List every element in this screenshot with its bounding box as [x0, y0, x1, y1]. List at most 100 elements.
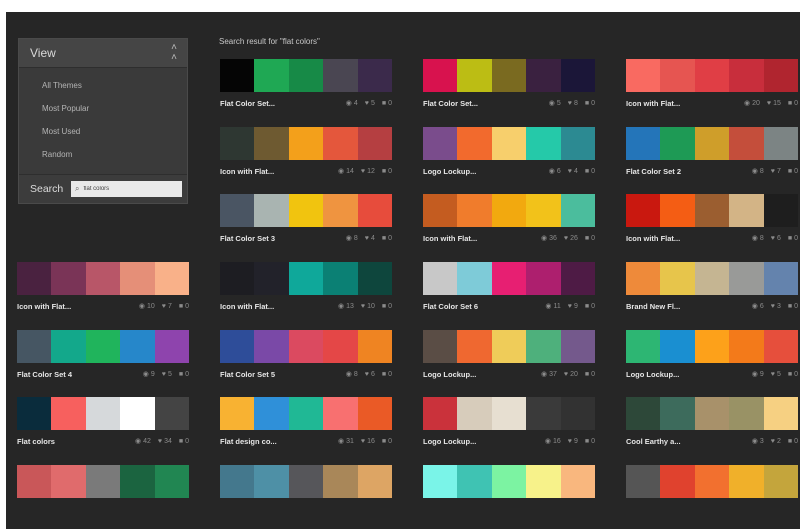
comments-count: 0: [185, 437, 189, 445]
theme-card[interactable]: Icon with Flat... ◉ 14 ♥ 12 ■ 0: [220, 127, 393, 183]
comment-icon: ■: [381, 302, 387, 310]
color-swatch: [626, 59, 661, 92]
color-swatches[interactable]: [17, 330, 190, 363]
theme-name[interactable]: Icon with Flat...: [220, 302, 274, 311]
comments-count: 0: [388, 99, 392, 107]
theme-card[interactable]: Flat Color Set 5 ◉ 8 ♥ 6 ■ 0: [220, 330, 393, 386]
color-swatch: [323, 127, 358, 160]
color-swatch: [626, 194, 661, 227]
color-swatch: [694, 397, 730, 430]
color-swatches[interactable]: [17, 397, 190, 430]
theme-name[interactable]: Flat design co...: [220, 437, 277, 446]
color-swatches[interactable]: [423, 262, 596, 295]
menu-item-most-popular[interactable]: Most Popular: [19, 97, 187, 120]
theme-card[interactable]: [423, 465, 596, 521]
comment-icon: ■: [787, 437, 793, 445]
theme-name[interactable]: Logo Lockup...: [423, 167, 476, 176]
theme-name[interactable]: Brand New Fl...: [626, 302, 680, 311]
theme-card[interactable]: Flat Color Set 6 ◉ 11 ♥ 9 ■ 0: [423, 262, 596, 318]
theme-card[interactable]: Icon with Flat... ◉ 36 ♥ 26 ■ 0: [423, 194, 596, 250]
eye-icon: ◉: [345, 371, 352, 378]
theme-card[interactable]: Cool Earthy a... ◉ 3 ♥ 2 ■ 0: [626, 397, 799, 453]
theme-name[interactable]: Logo Lockup...: [626, 370, 679, 379]
theme-name[interactable]: Logo Lockup...: [423, 370, 476, 379]
theme-card[interactable]: Icon with Flat... ◉ 10 ♥ 7 ■ 0: [17, 262, 190, 318]
theme-name[interactable]: Flat Color Set 5: [220, 370, 275, 379]
color-swatches[interactable]: [626, 127, 799, 160]
color-swatches[interactable]: [626, 397, 799, 430]
theme-card[interactable]: Flat Color Set 2 ◉ 8 ♥ 7 ■ 0: [626, 127, 799, 183]
color-swatches[interactable]: [626, 59, 799, 92]
theme-name[interactable]: Flat Color Set 2: [626, 167, 681, 176]
theme-card[interactable]: [17, 465, 190, 521]
theme-card[interactable]: [626, 465, 799, 521]
heart-icon: ♥: [360, 437, 366, 445]
color-swatches[interactable]: [423, 59, 596, 92]
theme-card[interactable]: Flat Color Set 4 ◉ 9 ♥ 5 ■ 0: [17, 330, 190, 386]
theme-card[interactable]: Flat Color Set... ◉ 4 ♥ 5 ■ 0: [220, 59, 393, 115]
color-swatch: [729, 465, 764, 498]
theme-name[interactable]: Icon with Flat...: [17, 302, 71, 311]
theme-card[interactable]: Icon with Flat... ◉ 8 ♥ 6 ■ 0: [626, 194, 799, 250]
color-swatches[interactable]: [423, 194, 596, 227]
theme-name[interactable]: Flat Color Set 3: [220, 234, 275, 243]
theme-card[interactable]: Flat design co... ◉ 31 ♥ 16 ■ 0: [220, 397, 393, 453]
color-swatch: [288, 330, 324, 363]
eye-icon: ◉: [744, 100, 751, 107]
theme-name[interactable]: Icon with Flat...: [423, 234, 477, 243]
heart-icon: ♥: [770, 167, 775, 175]
color-swatches[interactable]: [220, 330, 393, 363]
menu-item-random[interactable]: Random: [19, 143, 187, 166]
views-count: 37: [549, 370, 557, 378]
theme-stats: ◉ 37 ♥ 20 ■ 0: [534, 370, 595, 379]
eye-icon: ◉: [541, 371, 548, 378]
menu-item-all-themes[interactable]: All Themes: [19, 74, 187, 97]
view-panel-header[interactable]: View ˄ ˄: [19, 39, 187, 68]
theme-name[interactable]: Flat Color Set...: [423, 99, 478, 108]
color-swatches[interactable]: [220, 262, 393, 295]
theme-card[interactable]: Logo Lockup... ◉ 37 ♥ 20 ■ 0: [423, 330, 596, 386]
theme-card[interactable]: [220, 465, 393, 521]
theme-name[interactable]: Logo Lockup...: [423, 437, 476, 446]
color-swatch: [694, 330, 730, 363]
color-swatches[interactable]: [423, 330, 596, 363]
color-swatches[interactable]: [423, 397, 596, 430]
search-box[interactable]: ⌕: [71, 181, 182, 197]
color-swatches[interactable]: [626, 194, 799, 227]
heart-icon: ♥: [770, 370, 775, 378]
color-swatches[interactable]: [220, 194, 393, 227]
color-swatch: [729, 127, 764, 160]
theme-card[interactable]: Icon with Flat... ◉ 13 ♥ 10 ■ 0: [220, 262, 393, 318]
theme-name[interactable]: Icon with Flat...: [626, 99, 680, 108]
color-swatches[interactable]: [220, 465, 393, 498]
theme-card[interactable]: Logo Lockup... ◉ 16 ♥ 9 ■ 0: [423, 397, 596, 453]
theme-name[interactable]: Cool Earthy a...: [626, 437, 681, 446]
color-swatches[interactable]: [626, 330, 799, 363]
color-swatches[interactable]: [220, 127, 393, 160]
theme-card[interactable]: Flat colors ◉ 42 ♥ 34 ■ 0: [17, 397, 190, 453]
theme-name[interactable]: Flat Color Set 6: [423, 302, 478, 311]
theme-stats: ◉ 8 ♥ 4 ■ 0: [339, 234, 392, 243]
color-swatches[interactable]: [423, 127, 596, 160]
theme-name[interactable]: Flat colors: [17, 437, 55, 446]
color-swatches[interactable]: [626, 465, 799, 498]
theme-card[interactable]: Logo Lockup... ◉ 9 ♥ 5 ■ 0: [626, 330, 799, 386]
color-swatches[interactable]: [17, 262, 190, 295]
color-swatches[interactable]: [423, 465, 596, 498]
theme-card[interactable]: Flat Color Set... ◉ 5 ♥ 8 ■ 0: [423, 59, 596, 115]
theme-card[interactable]: Icon with Flat... ◉ 20 ♥ 15 ■ 0: [626, 59, 799, 115]
theme-card[interactable]: Logo Lockup... ◉ 6 ♥ 4 ■ 0: [423, 127, 596, 183]
theme-card[interactable]: Brand New Fl... ◉ 6 ♥ 3 ■ 0: [626, 262, 799, 318]
search-input[interactable]: [83, 182, 174, 196]
double-chevron-up-icon[interactable]: ˄ ˄: [171, 43, 177, 63]
color-swatches[interactable]: [220, 59, 393, 92]
theme-card[interactable]: Flat Color Set 3 ◉ 8 ♥ 4 ■ 0: [220, 194, 393, 250]
color-swatches[interactable]: [17, 465, 190, 498]
theme-name[interactable]: Icon with Flat...: [220, 167, 274, 176]
theme-name[interactable]: Flat Color Set...: [220, 99, 275, 108]
theme-name[interactable]: Icon with Flat...: [626, 234, 680, 243]
color-swatches[interactable]: [220, 397, 393, 430]
menu-item-most-used[interactable]: Most Used: [19, 120, 187, 143]
color-swatches[interactable]: [626, 262, 799, 295]
theme-name[interactable]: Flat Color Set 4: [17, 370, 72, 379]
